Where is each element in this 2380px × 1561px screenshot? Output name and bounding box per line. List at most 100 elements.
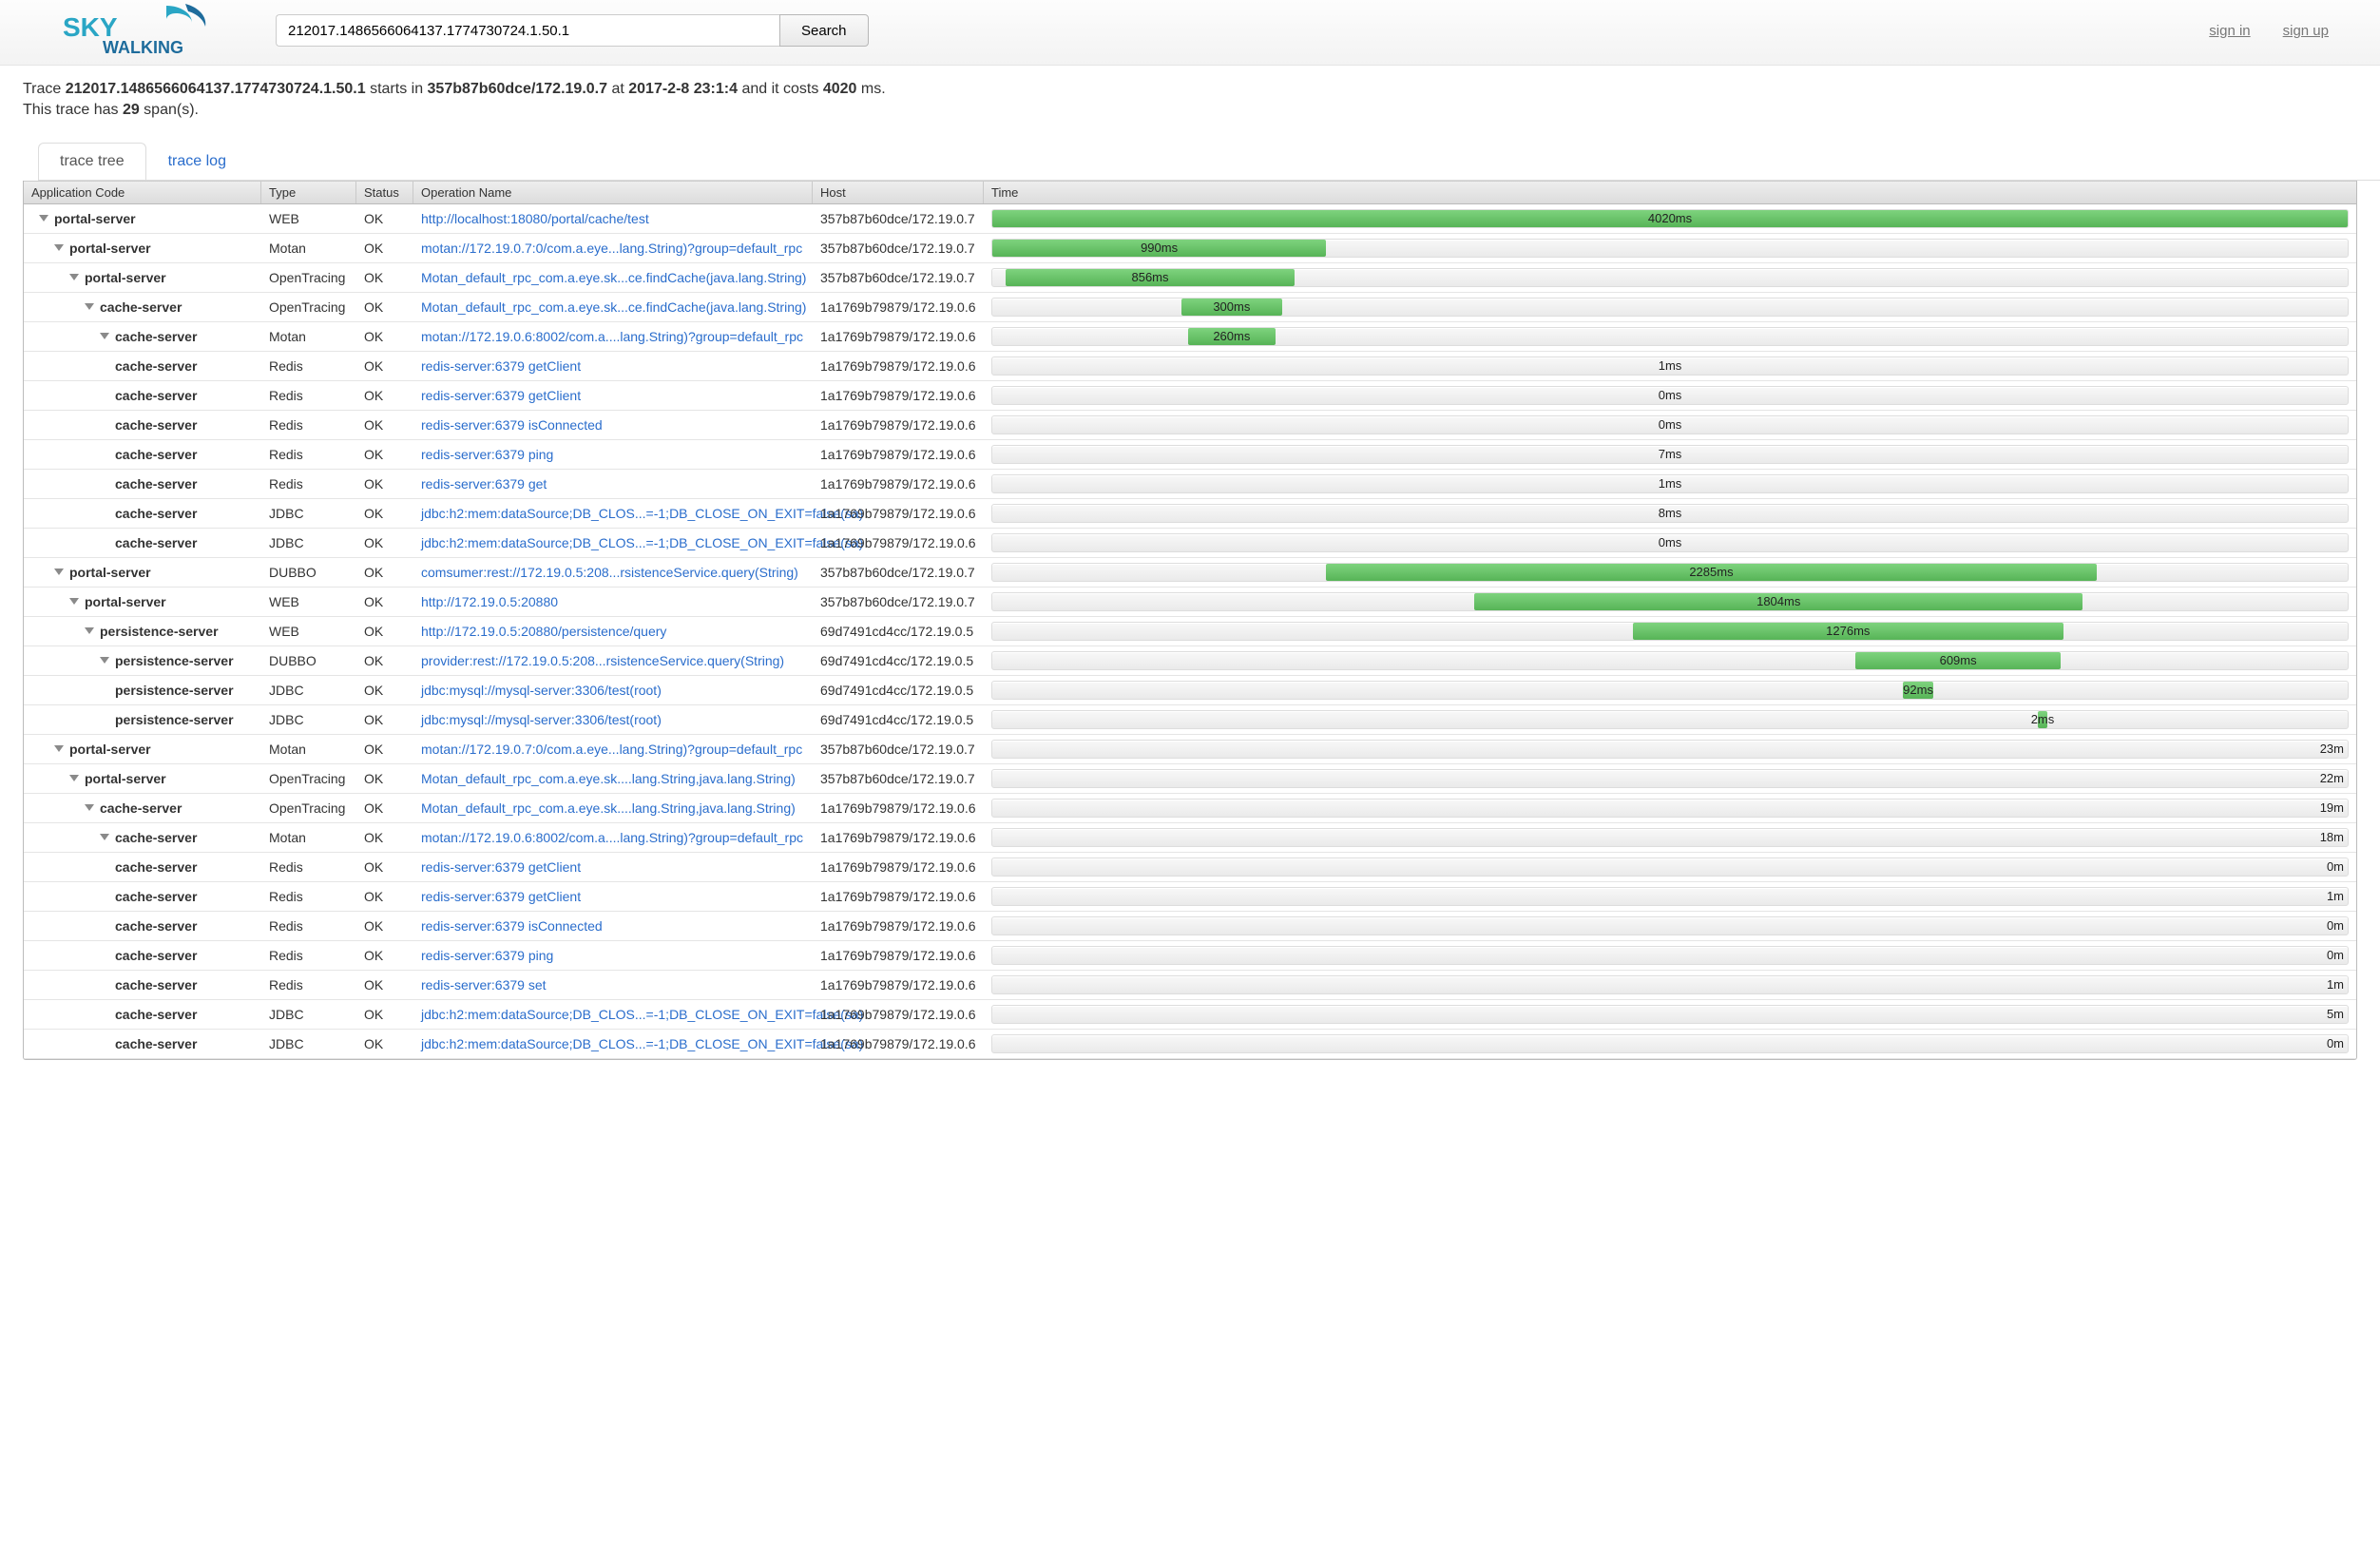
type-cell: OpenTracing (261, 769, 356, 788)
operation-link[interactable]: http://172.19.0.5:20880/persistence/quer… (421, 624, 666, 639)
time-cell: 2ms (984, 708, 2356, 731)
type-cell: Redis (261, 858, 356, 877)
th-app: Application Code (24, 182, 261, 203)
tab-trace-tree[interactable]: trace tree (38, 143, 146, 180)
status-cell: OK (356, 828, 413, 847)
table-row: cache-serverRedisOKredis-server:6379 pin… (24, 440, 2356, 470)
summary-time: 2017-2-8 23:1:4 (628, 81, 738, 97)
expand-icon[interactable] (69, 598, 79, 605)
operation-link[interactable]: jdbc:h2:mem:dataSource;DB_CLOS...=-1;DB_… (421, 506, 863, 521)
operation-link[interactable]: Motan_default_rpc_com.a.eye.sk...ce.find… (421, 299, 806, 315)
table-row: cache-serverRedisOKredis-server:6379 pin… (24, 941, 2356, 971)
status-cell: OK (356, 975, 413, 994)
time-cell: 1m (984, 973, 2356, 996)
expand-icon[interactable] (54, 244, 64, 251)
th-op: Operation Name (413, 182, 813, 203)
operation-link[interactable]: jdbc:h2:mem:dataSource;DB_CLOS...=-1;DB_… (421, 1007, 863, 1022)
operation-link[interactable]: redis-server:6379 ping (421, 948, 553, 963)
table-row: cache-serverRedisOKredis-server:6379 get… (24, 381, 2356, 411)
type-cell: DUBBO (261, 651, 356, 670)
time-cell: 4020ms (984, 207, 2356, 230)
time-cell: 300ms (984, 296, 2356, 318)
table-row: cache-serverJDBCOKjdbc:h2:mem:dataSource… (24, 499, 2356, 529)
type-cell: Redis (261, 946, 356, 965)
operation-link[interactable]: redis-server:6379 ping (421, 447, 553, 462)
operation-link[interactable]: http://localhost:18080/portal/cache/test (421, 211, 649, 226)
host-cell: 357b87b60dce/172.19.0.7 (813, 769, 984, 788)
operation-link[interactable]: redis-server:6379 getClient (421, 358, 581, 374)
operation-link[interactable]: redis-server:6379 getClient (421, 859, 581, 875)
expand-icon[interactable] (100, 834, 109, 840)
table-row: persistence-serverJDBCOKjdbc:mysql://mys… (24, 676, 2356, 705)
host-cell: 357b87b60dce/172.19.0.7 (813, 209, 984, 228)
operation-link[interactable]: redis-server:6379 isConnected (421, 918, 603, 934)
search-button[interactable]: Search (779, 14, 869, 47)
time-cell: 0ms (984, 384, 2356, 407)
table-row: cache-serverRedisOKredis-server:6379 get… (24, 352, 2356, 381)
duration-label: 1ms (1659, 358, 1682, 373)
expand-icon[interactable] (85, 804, 94, 811)
summary-mid1: starts in (366, 81, 428, 97)
operation-link[interactable]: redis-server:6379 set (421, 977, 547, 992)
summary-cost: 4020 (823, 81, 857, 97)
host-cell: 357b87b60dce/172.19.0.7 (813, 592, 984, 611)
expand-icon[interactable] (39, 215, 48, 222)
operation-link[interactable]: motan://172.19.0.6:8002/com.a....lang.St… (421, 830, 803, 845)
status-cell: OK (356, 887, 413, 906)
operation-link[interactable]: motan://172.19.0.7:0/com.a.eye...lang.St… (421, 742, 802, 757)
operation-link[interactable]: comsumer:rest://172.19.0.5:208...rsisten… (421, 565, 798, 580)
expand-icon[interactable] (69, 775, 79, 781)
operation-link[interactable]: Motan_default_rpc_com.a.eye.sk....lang.S… (421, 771, 796, 786)
host-cell: 1a1769b79879/172.19.0.6 (813, 445, 984, 464)
expand-icon[interactable] (85, 627, 94, 634)
duration-label: 0m (2327, 948, 2344, 962)
operation-link[interactable]: redis-server:6379 get (421, 476, 547, 491)
app-name: cache-server (115, 1036, 197, 1051)
table-row: cache-serverOpenTracingOKMotan_default_r… (24, 293, 2356, 322)
time-cell: 0m (984, 944, 2356, 967)
sign-in-link[interactable]: sign in (2209, 23, 2250, 39)
operation-link[interactable]: provider:rest://172.19.0.5:208...rsisten… (421, 653, 784, 668)
app-name: portal-server (69, 742, 151, 757)
duration-label: 1m (2327, 977, 2344, 992)
app-name: cache-server (115, 918, 197, 934)
operation-link[interactable]: motan://172.19.0.6:8002/com.a....lang.St… (421, 329, 803, 344)
host-cell: 1a1769b79879/172.19.0.6 (813, 415, 984, 434)
time-cell: 990ms (984, 237, 2356, 260)
operation-link[interactable]: redis-server:6379 isConnected (421, 417, 603, 433)
duration-label: 0m (2327, 1036, 2344, 1050)
expand-icon[interactable] (69, 274, 79, 280)
operation-link[interactable]: jdbc:mysql://mysql-server:3306/test(root… (421, 683, 662, 698)
operation-link[interactable]: jdbc:h2:mem:dataSource;DB_CLOS...=-1;DB_… (421, 1036, 863, 1051)
app-name: cache-server (115, 948, 197, 963)
operation-link[interactable]: redis-server:6379 getClient (421, 388, 581, 403)
expand-icon[interactable] (100, 657, 109, 664)
status-cell: OK (356, 799, 413, 818)
host-cell: 357b87b60dce/172.19.0.7 (813, 239, 984, 258)
operation-link[interactable]: motan://172.19.0.7:0/com.a.eye...lang.St… (421, 241, 802, 256)
expand-icon[interactable] (54, 569, 64, 575)
type-cell: Motan (261, 740, 356, 759)
operation-link[interactable]: Motan_default_rpc_com.a.eye.sk....lang.S… (421, 800, 796, 816)
type-cell: Redis (261, 975, 356, 994)
expand-icon[interactable] (54, 745, 64, 752)
operation-link[interactable]: Motan_default_rpc_com.a.eye.sk...ce.find… (421, 270, 806, 285)
app-name: cache-server (115, 329, 197, 344)
type-cell: JDBC (261, 1034, 356, 1053)
tab-trace-log[interactable]: trace log (146, 143, 248, 180)
operation-link[interactable]: jdbc:h2:mem:dataSource;DB_CLOS...=-1;DB_… (421, 535, 863, 550)
table-row: cache-serverRedisOKredis-server:6379 set… (24, 971, 2356, 1000)
table-row: cache-serverMotanOKmotan://172.19.0.6:80… (24, 823, 2356, 853)
operation-link[interactable]: redis-server:6379 getClient (421, 889, 581, 904)
expand-icon[interactable] (85, 303, 94, 310)
search-input[interactable] (276, 14, 779, 47)
table-row: cache-serverRedisOKredis-server:6379 get… (24, 853, 2356, 882)
operation-link[interactable]: http://172.19.0.5:20880 (421, 594, 558, 609)
time-cell: 2285ms (984, 561, 2356, 584)
sign-up-link[interactable]: sign up (2283, 23, 2329, 39)
expand-icon[interactable] (100, 333, 109, 339)
operation-link[interactable]: jdbc:mysql://mysql-server:3306/test(root… (421, 712, 662, 727)
app-name: cache-server (115, 388, 197, 403)
host-cell: 69d7491cd4cc/172.19.0.5 (813, 710, 984, 729)
host-cell: 357b87b60dce/172.19.0.7 (813, 268, 984, 287)
